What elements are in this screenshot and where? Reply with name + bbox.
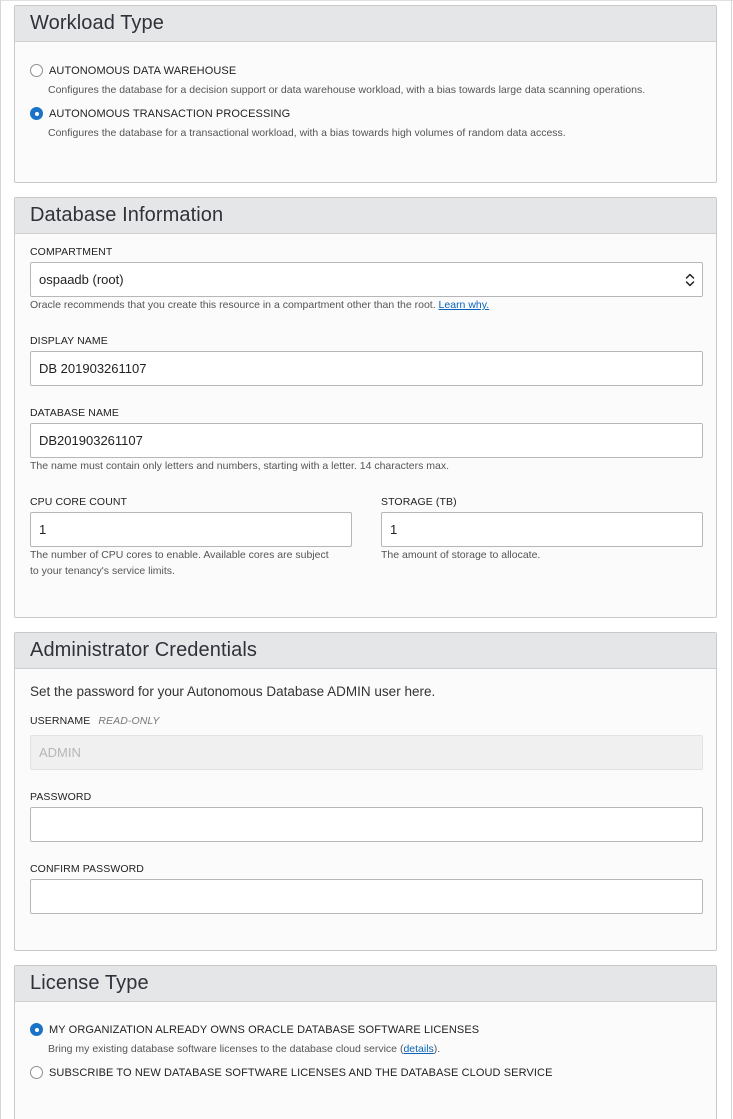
workload-type-panel: Workload Type AUTONOMOUS DATA WAREHOUSE … xyxy=(14,5,717,183)
confirm-password-input[interactable] xyxy=(30,879,703,914)
data-warehouse-description: Configures the database for a decision s… xyxy=(48,84,646,96)
confirm-password-label: CONFIRM PASSWORD xyxy=(30,863,144,875)
radio-unchecked-icon[interactable] xyxy=(30,64,43,77)
radio-subscribe-licenses[interactable]: SUBSCRIBE TO NEW DATABASE SOFTWARE LICEN… xyxy=(30,1066,553,1079)
radio-unchecked-icon[interactable] xyxy=(30,1066,43,1079)
transaction-processing-description: Configures the database for a transactio… xyxy=(48,127,566,139)
compartment-help: Oracle recommends that you create this r… xyxy=(30,297,489,313)
read-only-tag: READ-ONLY xyxy=(98,715,160,727)
database-name-input[interactable]: DB201903261107 xyxy=(30,423,703,458)
cpu-core-count-help: The number of CPU cores to enable. Avail… xyxy=(30,547,329,579)
database-name-value: DB201903261107 xyxy=(39,433,143,448)
username-value: ADMIN xyxy=(39,745,81,760)
radio-label-data-warehouse: AUTONOMOUS DATA WAREHOUSE xyxy=(49,64,237,77)
database-information-panel: Database Information COMPARTMENT ospaadb… xyxy=(14,197,717,618)
radio-label-own-licenses: MY ORGANIZATION ALREADY OWNS ORACLE DATA… xyxy=(49,1023,480,1036)
username-label-text: USERNAME xyxy=(30,715,91,727)
administrator-credentials-panel: Administrator Credentials Set the passwo… xyxy=(14,632,717,951)
license-type-panel: License Type MY ORGANIZATION ALREADY OWN… xyxy=(14,965,717,1119)
display-name-input[interactable]: DB 201903261107 xyxy=(30,351,703,386)
password-label: PASSWORD xyxy=(30,791,92,803)
database-name-help: The name must contain only letters and n… xyxy=(30,460,450,472)
compartment-select-value: ospaadb (root) xyxy=(39,272,124,287)
radio-own-licenses[interactable]: MY ORGANIZATION ALREADY OWNS ORACLE DATA… xyxy=(30,1023,479,1036)
compartment-label: COMPARTMENT xyxy=(30,246,113,258)
own-licenses-desc-suffix: ). xyxy=(433,1043,441,1055)
learn-why-link[interactable]: Learn why. xyxy=(439,299,490,311)
window-left-edge xyxy=(0,0,1,1119)
radio-checked-icon[interactable] xyxy=(30,107,43,120)
database-information-title: Database Information xyxy=(30,204,224,226)
workload-type-title: Workload Type xyxy=(30,12,164,34)
details-link[interactable]: details xyxy=(403,1043,433,1055)
workload-type-header: Workload Type xyxy=(15,6,716,42)
cpu-help-line-1: The number of CPU cores to enable. Avail… xyxy=(30,549,329,561)
window-top-edge xyxy=(0,0,733,1)
database-name-label: DATABASE NAME xyxy=(30,407,120,419)
compartment-help-text: Oracle recommends that you create this r… xyxy=(30,299,436,311)
administrator-credentials-header: Administrator Credentials xyxy=(15,633,716,669)
compartment-select[interactable]: ospaadb (root) xyxy=(30,262,703,297)
cpu-core-count-input[interactable]: 1 xyxy=(30,512,352,547)
radio-checked-icon[interactable] xyxy=(30,1023,43,1036)
radio-label-transaction-processing: AUTONOMOUS TRANSACTION PROCESSING xyxy=(49,107,291,120)
username-input: ADMIN xyxy=(30,735,703,770)
cpu-core-count-label: CPU CORE COUNT xyxy=(30,496,128,508)
license-type-title: License Type xyxy=(30,972,149,994)
radio-autonomous-transaction-processing[interactable]: AUTONOMOUS TRANSACTION PROCESSING xyxy=(30,107,290,120)
display-name-label: DISPLAY NAME xyxy=(30,335,108,347)
radio-autonomous-data-warehouse[interactable]: AUTONOMOUS DATA WAREHOUSE xyxy=(30,64,236,77)
radio-label-subscribe-licenses: SUBSCRIBE TO NEW DATABASE SOFTWARE LICEN… xyxy=(49,1066,553,1079)
admin-intro-text: Set the password for your Autonomous Dat… xyxy=(30,684,436,699)
storage-value: 1 xyxy=(390,522,398,537)
username-label: USERNAME READ-ONLY xyxy=(30,715,160,727)
storage-label: STORAGE (TB) xyxy=(381,496,457,508)
storage-help: The amount of storage to allocate. xyxy=(381,549,541,561)
database-information-header: Database Information xyxy=(15,198,716,234)
own-licenses-description: Bring my existing database software lice… xyxy=(48,1043,440,1055)
license-type-header: License Type xyxy=(15,966,716,1002)
window-right-edge xyxy=(731,0,732,1119)
password-input[interactable] xyxy=(30,807,703,842)
display-name-value: DB 201903261107 xyxy=(39,361,147,376)
storage-input[interactable]: 1 xyxy=(381,512,703,547)
cpu-core-count-value: 1 xyxy=(39,522,47,537)
own-licenses-desc-text: Bring my existing database software lice… xyxy=(48,1043,404,1055)
select-chevron-icon xyxy=(685,273,695,287)
administrator-credentials-title: Administrator Credentials xyxy=(30,639,258,661)
cpu-help-line-2: to your tenancy's service limits. xyxy=(30,565,175,577)
